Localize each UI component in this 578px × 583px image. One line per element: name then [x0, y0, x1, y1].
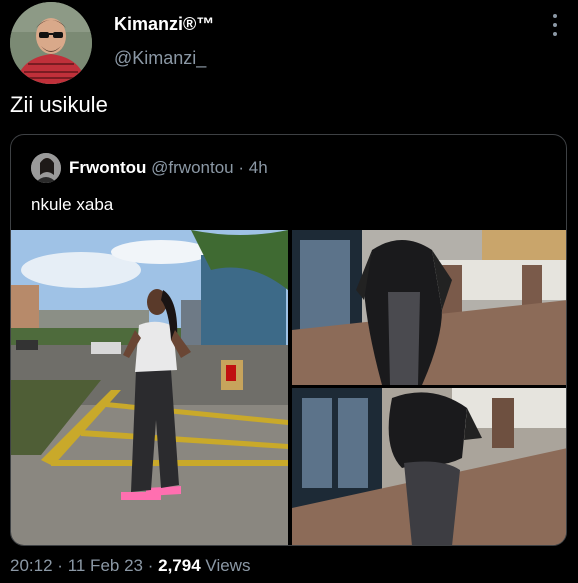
views-count: 2,794	[158, 556, 201, 575]
tweet-date[interactable]: 11 Feb 23	[68, 556, 143, 575]
tweet: Kimanzi®™ @Kimanzi_ Zii usikule Frwontou…	[0, 0, 578, 583]
quoted-handle[interactable]: @frwontou	[151, 158, 233, 177]
author-avatar[interactable]	[10, 2, 92, 84]
quoted-photo-1[interactable]	[11, 230, 288, 545]
author-display-name[interactable]: Kimanzi®™	[114, 14, 214, 35]
quoted-photo-3[interactable]	[292, 388, 566, 545]
quoted-tweet-header: Frwontou @frwontou · 4h	[69, 158, 268, 178]
footer-separator-1: ·	[57, 556, 63, 575]
quoted-tweet-text: nkule xaba	[31, 195, 114, 214]
footer-separator-2: ·	[147, 556, 154, 575]
quoted-display-name[interactable]: Frwontou	[69, 158, 146, 177]
author-handle[interactable]: @Kimanzi_	[114, 48, 206, 69]
quoted-photo-2[interactable]	[292, 230, 566, 385]
tweet-time[interactable]: 20:12	[10, 556, 53, 575]
quoted-separator: ·	[238, 158, 245, 177]
views-label: Views	[205, 556, 251, 575]
tweet-text: Zii usikule	[10, 92, 108, 117]
quoted-tweet-card[interactable]: Frwontou @frwontou · 4h nkule xaba	[10, 134, 567, 546]
tweet-footer: 20:12 · 11 Feb 23 · 2,794 Views	[10, 556, 250, 576]
more-vertical-icon[interactable]	[546, 12, 564, 38]
quoted-author-avatar[interactable]	[31, 153, 61, 183]
quoted-time[interactable]: 4h	[249, 158, 268, 177]
